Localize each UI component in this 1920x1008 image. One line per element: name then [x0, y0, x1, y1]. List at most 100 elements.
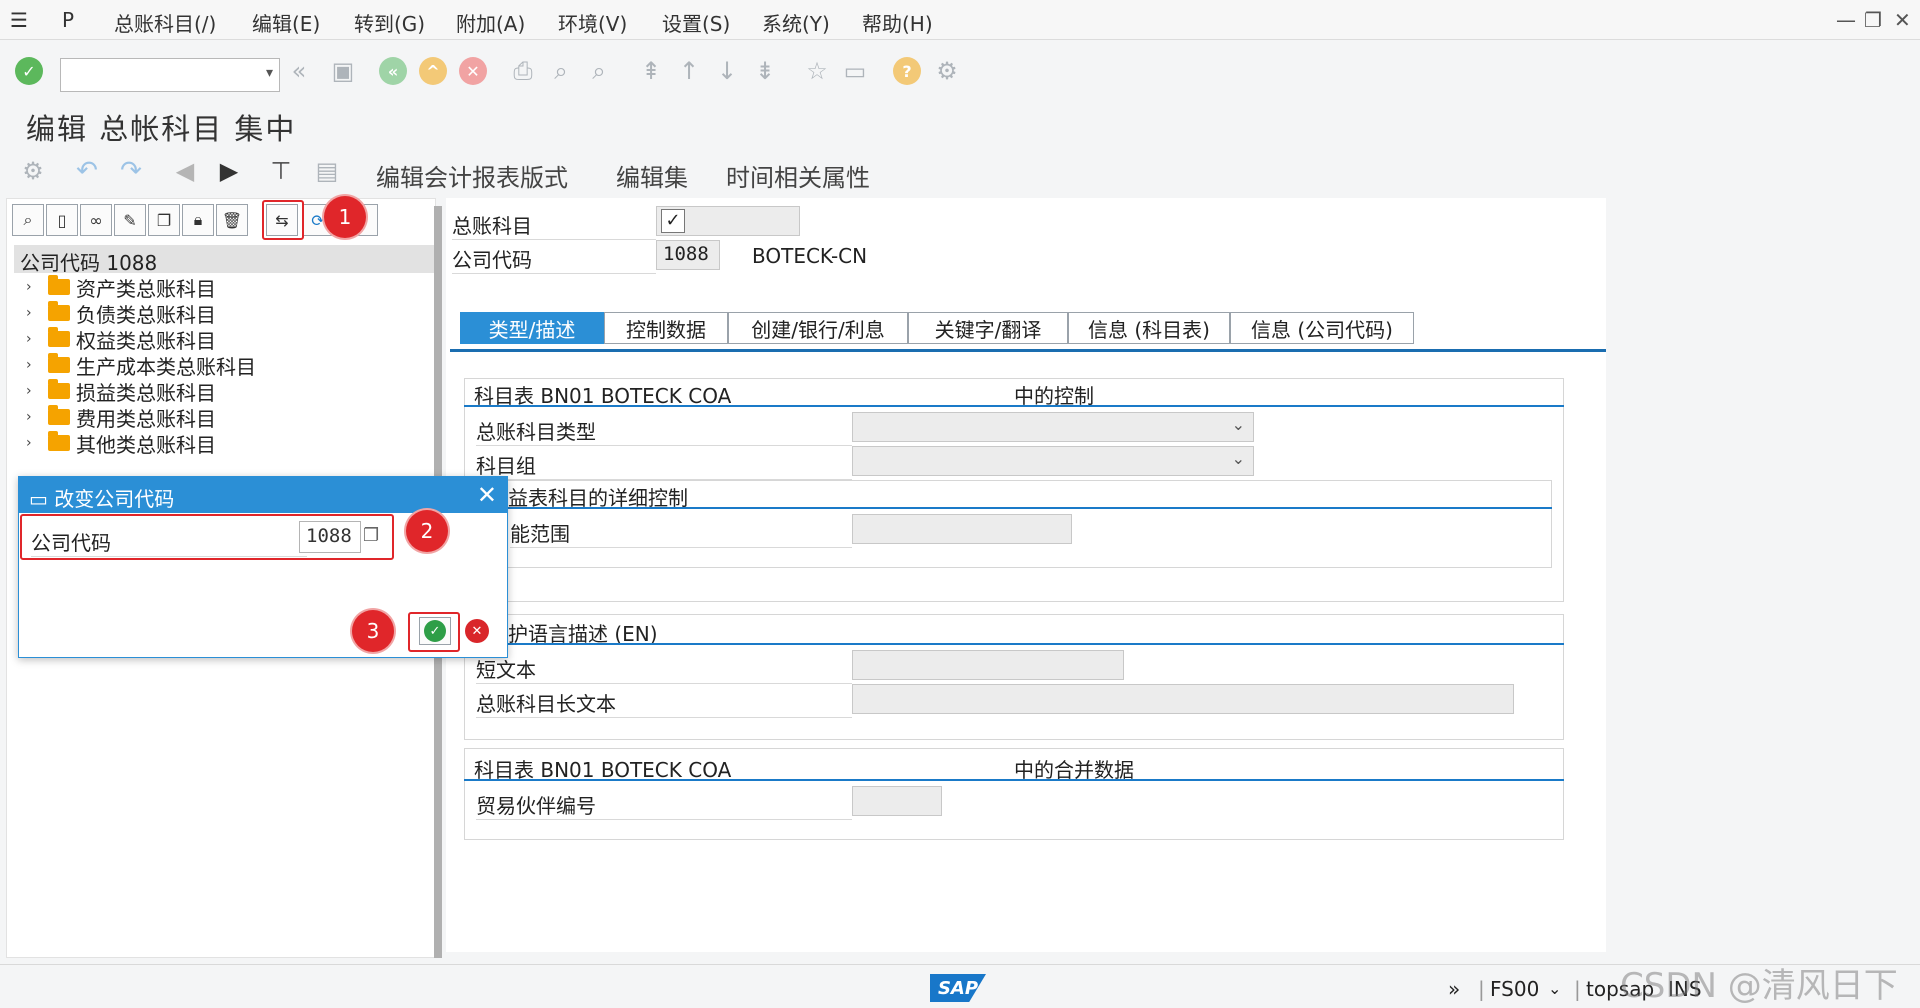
- folder-icon: [48, 405, 70, 425]
- tree-item[interactable]: › 其他类总账科目: [26, 430, 216, 457]
- tree-item[interactable]: › 资产类总账科目: [26, 274, 216, 301]
- chevron-right-icon[interactable]: ›: [26, 357, 42, 373]
- long-text-field[interactable]: [852, 684, 1514, 714]
- structure-icon[interactable]: ⊤: [266, 156, 296, 186]
- gl-type-select[interactable]: ⌄: [852, 412, 1254, 442]
- chevron-down-icon[interactable]: ⌄: [1232, 415, 1245, 434]
- highlight-box-1: [262, 200, 304, 240]
- binoculars-icon[interactable]: ⌕: [12, 204, 44, 236]
- chevron-right-icon[interactable]: ›: [26, 383, 42, 399]
- checkbox-icon[interactable]: ✓: [661, 209, 685, 233]
- first-page-icon[interactable]: ⇞: [636, 56, 666, 86]
- new-document-icon[interactable]: ▯: [46, 204, 78, 236]
- tree-item[interactable]: › 生产成本类总账科目: [26, 352, 256, 379]
- save-icon[interactable]: ▣: [328, 56, 358, 86]
- chevron-down-icon[interactable]: ⌄: [1548, 979, 1561, 998]
- edit-set-button[interactable]: 编辑集: [616, 158, 688, 193]
- chevron-right-icon[interactable]: ›: [26, 279, 42, 295]
- menu-extras[interactable]: 附加(A): [456, 8, 525, 37]
- undo-icon[interactable]: ↶: [72, 156, 102, 186]
- tab-control-data[interactable]: 控制数据: [604, 312, 728, 344]
- delete-icon[interactable]: 🗑︎: [216, 204, 248, 236]
- find-icon[interactable]: ⌕: [546, 56, 576, 86]
- other-object-icon[interactable]: ⚙: [18, 156, 48, 186]
- menu-system[interactable]: 系统(Y): [762, 8, 830, 37]
- chevron-right-icon[interactable]: ›: [26, 331, 42, 347]
- find-next-icon[interactable]: ⌕: [584, 56, 614, 86]
- previous-icon[interactable]: ◀: [170, 156, 200, 186]
- menu-settings[interactable]: 设置(S): [662, 8, 730, 37]
- step-marker-1: 1: [324, 196, 366, 238]
- print-icon[interactable]: ⎙: [508, 56, 538, 86]
- command-field[interactable]: ▾: [60, 58, 280, 92]
- tab-info-chart-of-accounts[interactable]: 信息 (科目表): [1068, 312, 1230, 344]
- lock-icon[interactable]: 🔒︎: [182, 204, 214, 236]
- tab-info-company-code[interactable]: 信息 (公司代码): [1230, 312, 1414, 344]
- tree-root[interactable]: 公司代码 1088: [14, 245, 434, 275]
- close-icon[interactable]: ✕: [477, 481, 497, 509]
- next-page-icon[interactable]: ↓: [712, 56, 742, 86]
- minimize-icon[interactable]: —: [1836, 8, 1856, 32]
- help-icon[interactable]: ?: [892, 56, 922, 86]
- pencil-icon[interactable]: ✎: [114, 204, 146, 236]
- pin-icon[interactable]: P: [62, 8, 74, 32]
- menu-help[interactable]: 帮助(H): [862, 8, 933, 37]
- tree-item[interactable]: › 权益类总账科目: [26, 326, 216, 353]
- menu-environment[interactable]: 环境(V): [558, 8, 627, 37]
- company-code-field[interactable]: 1088: [656, 240, 720, 270]
- tab-create-bank-interest[interactable]: 创建/银行/利息: [728, 312, 908, 344]
- functional-area-label: 能范围: [510, 518, 852, 548]
- chevron-right-icon[interactable]: ›: [26, 409, 42, 425]
- menu-bar: ☰ P 总账科目(/) 编辑(E) 转到(G) 附加(A) 环境(V) 设置(S…: [0, 0, 1920, 40]
- dialog-cancel-button[interactable]: ✕: [465, 619, 491, 645]
- group-divider: [476, 507, 1552, 509]
- folder-icon: [48, 327, 70, 347]
- account-group-select[interactable]: ⌄: [852, 446, 1254, 476]
- tab-type-description[interactable]: 类型/描述: [460, 312, 604, 344]
- short-text-field[interactable]: [852, 650, 1124, 680]
- restore-icon[interactable]: ❐: [1864, 8, 1882, 32]
- sap-menu-icon[interactable]: ☰: [10, 8, 28, 32]
- expand-status-icon[interactable]: »: [1448, 977, 1460, 1001]
- edit-fs-version-button[interactable]: 编辑会计报表版式: [376, 158, 568, 193]
- application-toolbar: ⚙ ↶ ↷ ◀ ▶ ⊤ ▤: [0, 150, 1920, 196]
- watermark: CSDN @清风日下: [1620, 966, 1898, 1006]
- long-text-label: 总账科目长文本: [476, 688, 852, 718]
- copy-icon[interactable]: ❐: [148, 204, 180, 236]
- document-icon[interactable]: ▤: [312, 156, 342, 186]
- redo-icon[interactable]: ↷: [116, 156, 146, 186]
- settings-gear-icon[interactable]: ⚙: [932, 56, 962, 86]
- menu-edit[interactable]: 编辑(E): [252, 8, 320, 37]
- close-window-icon[interactable]: ✕: [1894, 8, 1911, 32]
- display-icon[interactable]: ∞: [80, 204, 112, 236]
- back-double-icon[interactable]: «: [284, 56, 314, 86]
- folder-icon: [48, 431, 70, 451]
- gl-account-field[interactable]: ✓: [656, 206, 800, 236]
- dialog-title-bar: ▭ 改变公司代码: [19, 477, 507, 513]
- folder-icon: [48, 275, 70, 295]
- tree-item[interactable]: › 费用类总账科目: [26, 404, 216, 431]
- back-icon[interactable]: «: [378, 56, 408, 86]
- next-icon[interactable]: ▶: [214, 156, 244, 186]
- tab-keyword-translation[interactable]: 关键字/翻译: [908, 312, 1068, 344]
- chevron-down-icon[interactable]: ▾: [266, 65, 273, 81]
- shortcut-icon[interactable]: ▭: [840, 56, 870, 86]
- chevron-right-icon[interactable]: ›: [26, 305, 42, 321]
- create-session-icon[interactable]: ☆: [802, 56, 832, 86]
- chevron-right-icon[interactable]: ›: [26, 435, 42, 451]
- trading-partner-field[interactable]: [852, 786, 942, 816]
- chevron-down-icon[interactable]: ⌄: [1232, 449, 1245, 468]
- tree-item[interactable]: › 损益类总账科目: [26, 378, 216, 405]
- menu-gl-account[interactable]: 总账科目(/): [114, 8, 216, 37]
- time-dependent-attributes-button[interactable]: 时间相关属性: [726, 158, 870, 193]
- last-page-icon[interactable]: ⇟: [750, 56, 780, 86]
- cancel-icon[interactable]: ✕: [458, 56, 488, 86]
- tree-item[interactable]: › 负债类总账科目: [26, 300, 216, 327]
- cancel-x-icon: ✕: [465, 619, 489, 643]
- menu-goto[interactable]: 转到(G): [354, 8, 425, 37]
- dialog-title: 改变公司代码: [54, 487, 175, 511]
- previous-page-icon[interactable]: ↑: [674, 56, 704, 86]
- exit-icon[interactable]: ^: [418, 56, 448, 86]
- functional-area-field[interactable]: [852, 514, 1072, 544]
- enter-icon[interactable]: ✓: [14, 56, 44, 86]
